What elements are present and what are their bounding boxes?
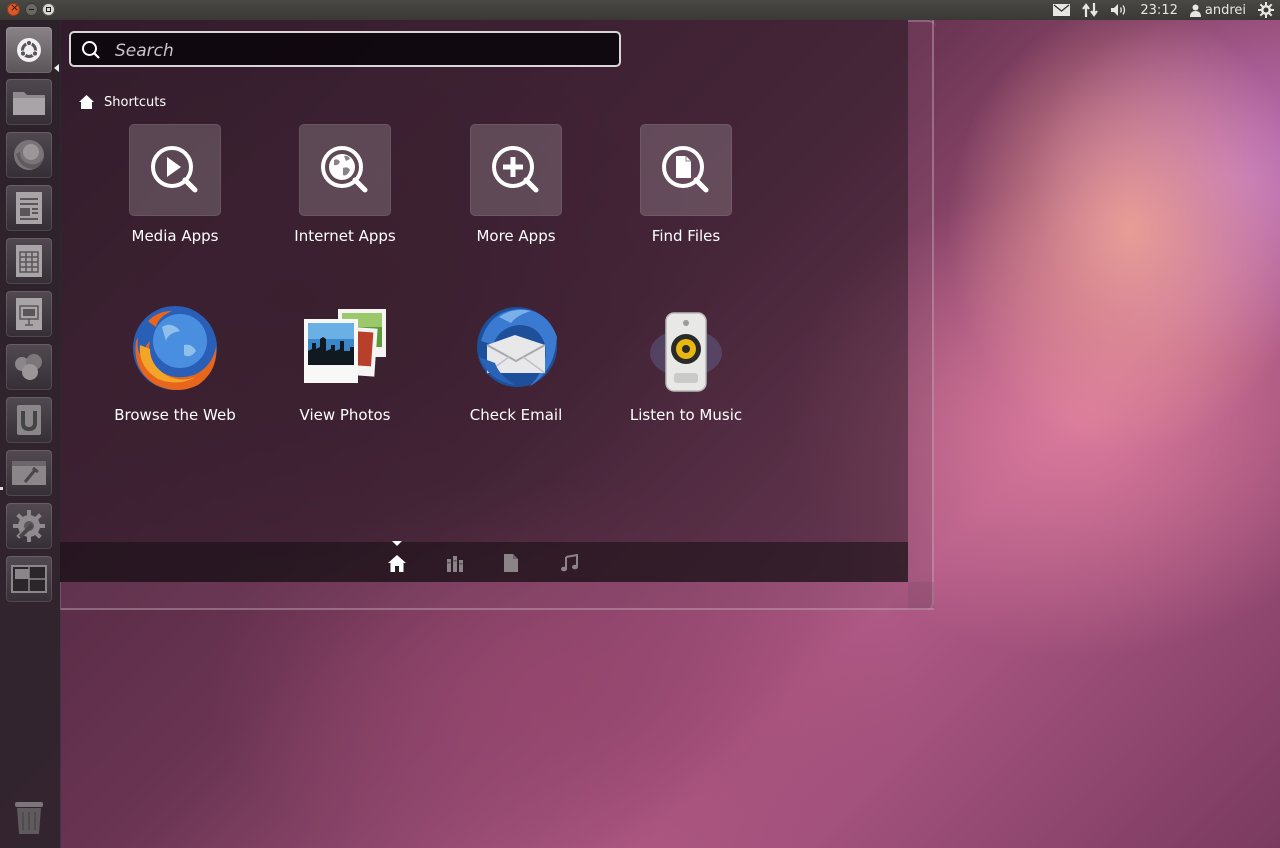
launcher — [0, 20, 61, 848]
applications-lens-icon[interactable] — [445, 553, 465, 573]
search-icon — [81, 40, 101, 64]
media-apps-icon — [129, 124, 221, 216]
user-menu[interactable]: andrei — [1189, 2, 1246, 18]
impress-icon[interactable] — [6, 291, 52, 337]
dash-search-box[interactable] — [69, 31, 621, 67]
shortcut-find-files[interactable]: Find Files — [606, 124, 766, 245]
dash-home-icon[interactable] — [6, 27, 52, 73]
indicator-area: 23:12 andrei — [1053, 0, 1280, 20]
window-minimize-button[interactable] — [25, 3, 38, 16]
app-label: Browse the Web — [114, 406, 236, 424]
lens-bar — [60, 542, 908, 582]
section-title: Shortcuts — [104, 94, 167, 110]
internet-apps-icon — [299, 124, 391, 216]
shortcut-label: Find Files — [651, 227, 721, 245]
app-browse-the-web[interactable]: Browse the Web — [95, 298, 255, 424]
volume-icon[interactable] — [1110, 3, 1128, 17]
shortcut-media-apps[interactable]: Media Apps — [95, 124, 255, 245]
network-icon[interactable] — [1082, 2, 1099, 18]
app-label: Listen to Music — [629, 406, 743, 424]
shortcut-label: More Apps — [476, 227, 556, 245]
find-files-icon — [640, 124, 732, 216]
session-gear-icon[interactable] — [1258, 2, 1274, 18]
firefox-icon — [125, 298, 225, 398]
workspace-tools-icon[interactable] — [6, 450, 52, 496]
app-label: Check Email — [469, 406, 563, 424]
ubuntu-software-icon[interactable] — [6, 397, 52, 443]
app-listen-to-music[interactable]: Listen to Music — [606, 298, 766, 424]
clock[interactable]: 23:12 — [1140, 3, 1177, 18]
top-panel: 23:12 andrei — [0, 0, 1280, 20]
firefox-icon[interactable] — [6, 132, 52, 178]
shortcut-internet-apps[interactable]: Internet Apps — [265, 124, 425, 245]
dash-border-corner — [908, 20, 936, 32]
active-lens-indicator — [392, 541, 402, 546]
user-name: andrei — [1204, 2, 1246, 18]
trash-icon[interactable] — [6, 794, 52, 840]
home-lens-icon[interactable] — [387, 553, 407, 573]
shortcut-label: Media Apps — [131, 227, 219, 245]
dash-border-right — [908, 20, 934, 610]
dash-border-bottom — [60, 582, 934, 610]
app-check-email[interactable]: Check Email — [436, 298, 596, 424]
home-icon — [79, 95, 94, 109]
launcher-active-arrow — [54, 64, 59, 72]
window-close-button[interactable] — [7, 1, 20, 16]
music-speaker-icon — [636, 298, 736, 398]
shortcut-more-apps[interactable]: More Apps — [436, 124, 596, 245]
mail-icon[interactable] — [1053, 4, 1071, 16]
launcher-running-pip — [0, 487, 3, 490]
clock-time: 23:12 — [1140, 2, 1178, 18]
files-lens-icon[interactable] — [501, 553, 521, 573]
photos-icon — [295, 298, 395, 398]
calc-icon[interactable] — [6, 238, 52, 284]
app-view-photos[interactable]: View Photos — [265, 298, 425, 424]
writer-icon[interactable] — [6, 185, 52, 231]
window-restore-button[interactable] — [42, 3, 55, 16]
workspace-switcher-icon[interactable] — [6, 556, 52, 602]
files-folder-icon[interactable] — [6, 79, 52, 125]
more-apps-icon — [470, 124, 562, 216]
user-icon — [1189, 4, 1201, 17]
shotwell-icon[interactable] — [6, 344, 52, 390]
shortcuts-header: Shortcuts — [79, 93, 166, 111]
app-label: View Photos — [299, 406, 391, 424]
system-settings-icon[interactable] — [6, 503, 52, 549]
search-input[interactable] — [113, 39, 617, 63]
shortcut-label: Internet Apps — [294, 227, 396, 245]
music-lens-icon[interactable] — [559, 553, 579, 573]
thunderbird-icon — [466, 298, 566, 398]
